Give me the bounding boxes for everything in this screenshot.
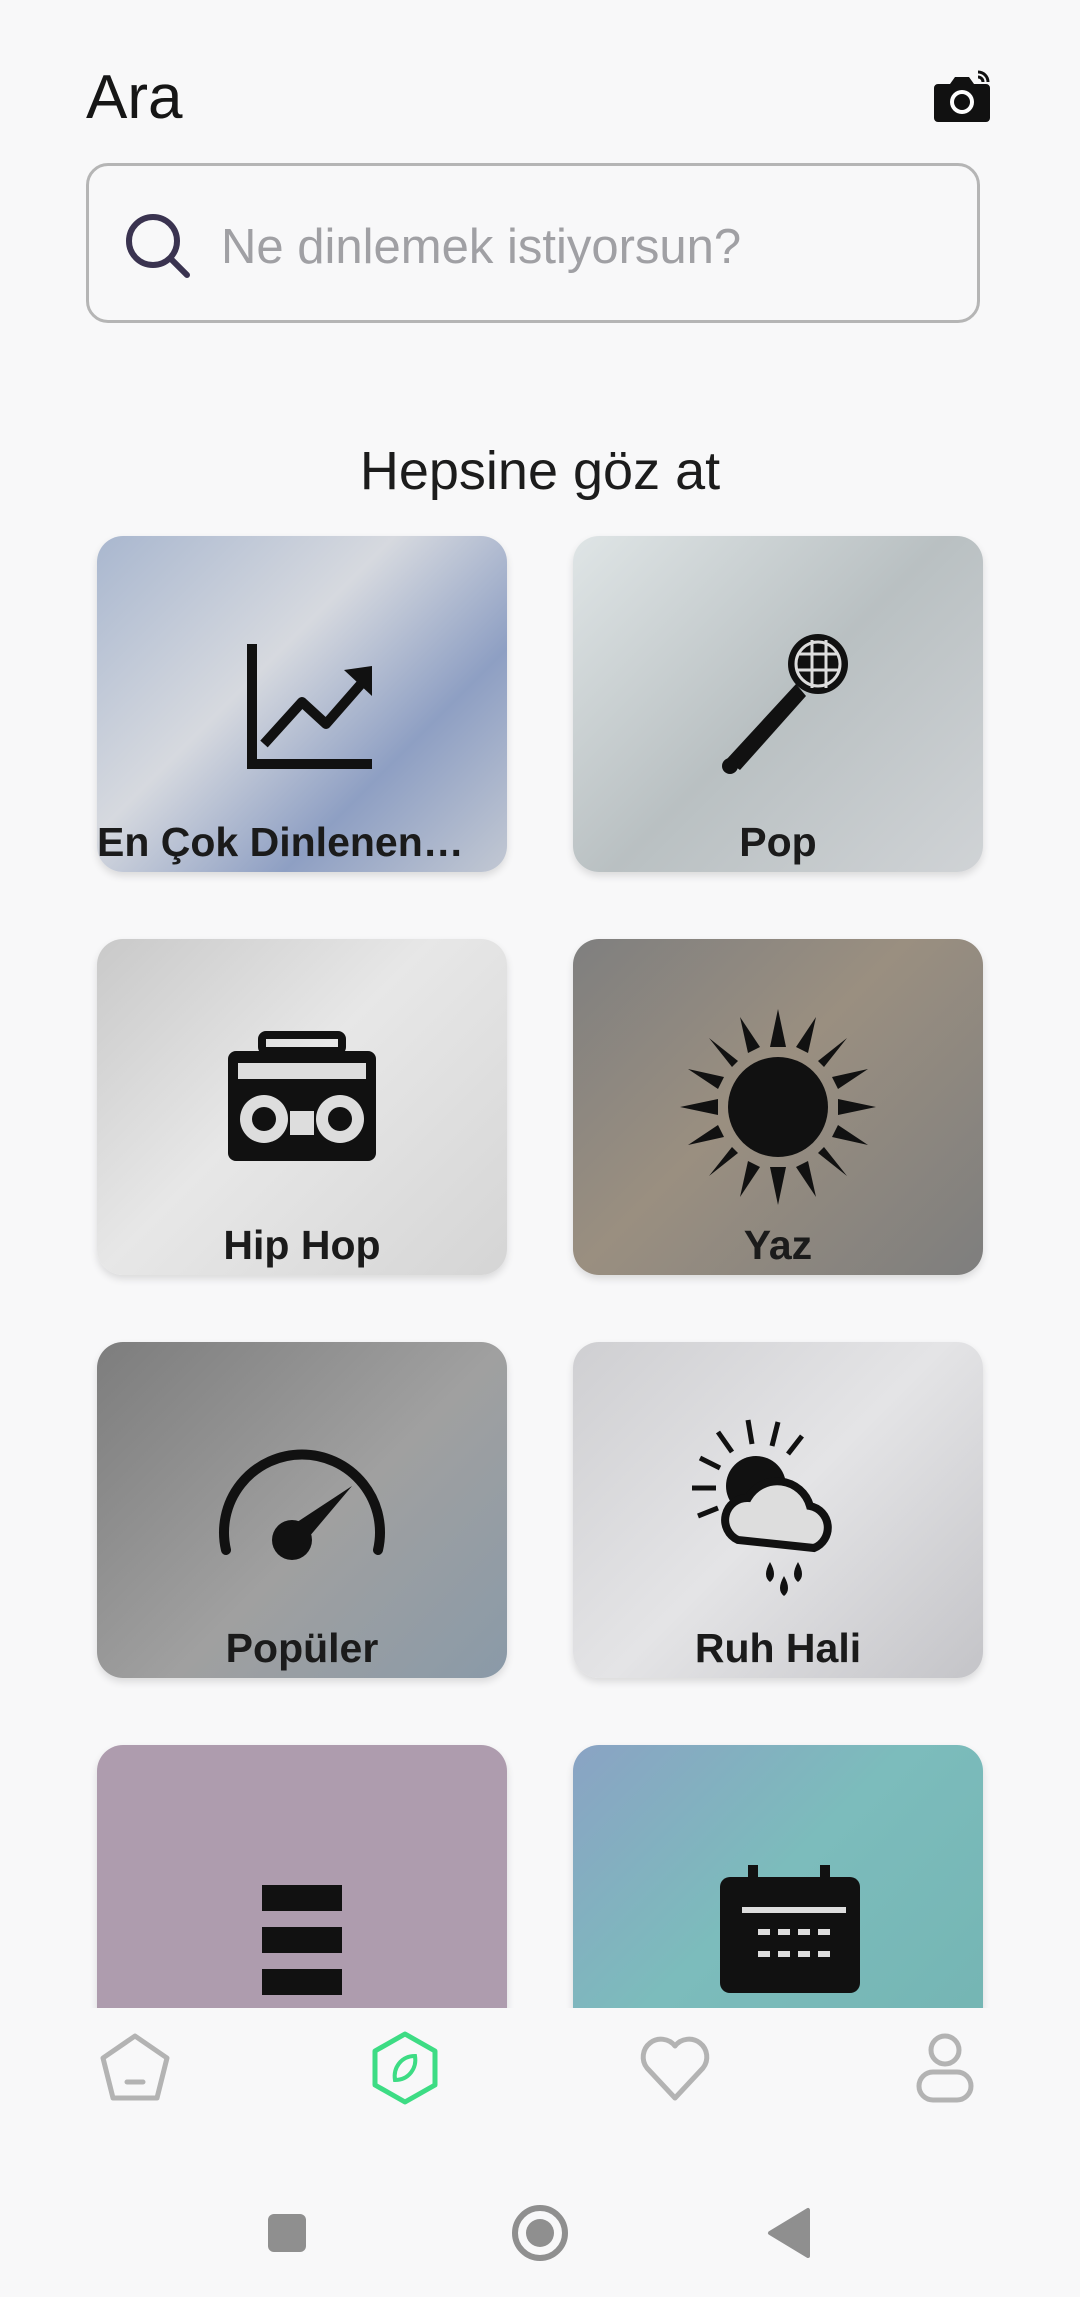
category-label: Pop [739,819,817,865]
category-label: Ruh Hali [694,1625,862,1671]
heart-icon[interactable] [635,2028,715,2108]
category-tile-pop[interactable]: Pop [573,536,983,872]
category-grid: En Çok Dinlenen … Pop Hip Hop Yaz Popüle… [0,0,1080,2008]
recents-icon[interactable] [254,2200,320,2266]
category-label: Hip Hop [223,1222,381,1268]
sun-icon [680,1009,876,1205]
menu-bars-icon [262,1885,342,1995]
category-tile-mood[interactable]: Ruh Hali [573,1342,983,1678]
home-circle-icon[interactable] [507,2200,573,2266]
weather-mood-icon [692,1419,832,1596]
calendar-icon [720,1865,860,1993]
category-tile-summer[interactable]: Yaz [573,939,983,1275]
home-icon[interactable] [95,2028,175,2108]
system-nav-bar [0,2180,1080,2297]
compass-icon[interactable] [365,2028,445,2108]
category-tile-hip-hop[interactable]: Hip Hop [97,939,507,1275]
boombox-icon [228,1031,376,1161]
profile-icon[interactable] [905,2028,985,2108]
back-icon[interactable] [758,2200,824,2266]
category-tile-popular[interactable]: Popüler [97,1342,507,1678]
speedometer-icon [219,1449,385,1560]
bottom-nav [0,2008,1080,2128]
category-label: En Çok Dinlenen … [97,819,476,865]
category-tile-lists[interactable] [97,1745,507,2008]
category-label: Popüler [225,1625,379,1671]
category-tile-top-charts[interactable]: En Çok Dinlenen … [97,536,507,872]
trending-chart-icon [247,644,372,769]
category-label: Yaz [743,1222,813,1268]
microphone-icon [722,634,848,774]
category-tile-calendar[interactable] [573,1745,983,2008]
